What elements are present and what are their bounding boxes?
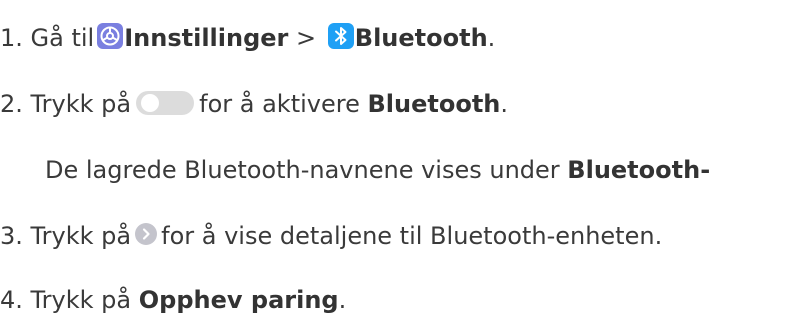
note-text: De lagrede Bluetooth-navnene vises under	[45, 156, 560, 184]
step-text: for å vise detaljene til Bluetooth-enhet…	[161, 222, 663, 250]
step-text: Trykk på	[30, 222, 132, 250]
bluetooth-label: Bluetooth	[367, 90, 501, 118]
settings-label: Innstillinger	[124, 24, 289, 52]
chevron-right-circle-icon	[134, 222, 158, 246]
note-bold: Bluetooth-	[567, 156, 711, 184]
step-2: 2. Trykk på for å aktivere Bluetooth.	[0, 88, 508, 120]
bluetooth-icon	[327, 23, 354, 49]
step-text: Gå til	[30, 24, 95, 52]
step-text: Trykk på	[30, 286, 132, 314]
path-separator: >	[296, 24, 317, 52]
step-number: 4.	[0, 286, 23, 314]
step-number: 2.	[0, 90, 23, 118]
step-3: 3. Trykk på for å vise detaljene til Blu…	[0, 220, 662, 252]
step-number: 3.	[0, 222, 23, 250]
period: .	[487, 24, 496, 52]
period: .	[500, 90, 509, 118]
unpair-label: Opphev paring	[138, 286, 339, 314]
step-4: 4. Trykk på Opphev paring.	[0, 284, 346, 316]
step-text: for å aktivere	[199, 90, 360, 118]
step-2-note: De lagrede Bluetooth-navnene vises under…	[45, 154, 710, 186]
step-text: Trykk på	[30, 90, 132, 118]
period: .	[338, 286, 347, 314]
step-1: 1. Gå til Innstillinger > Bluetooth.	[0, 22, 495, 54]
toggle-off-icon	[135, 89, 195, 117]
step-number: 1.	[0, 24, 23, 52]
bluetooth-label: Bluetooth	[354, 24, 488, 52]
settings-gear-icon	[97, 23, 124, 49]
